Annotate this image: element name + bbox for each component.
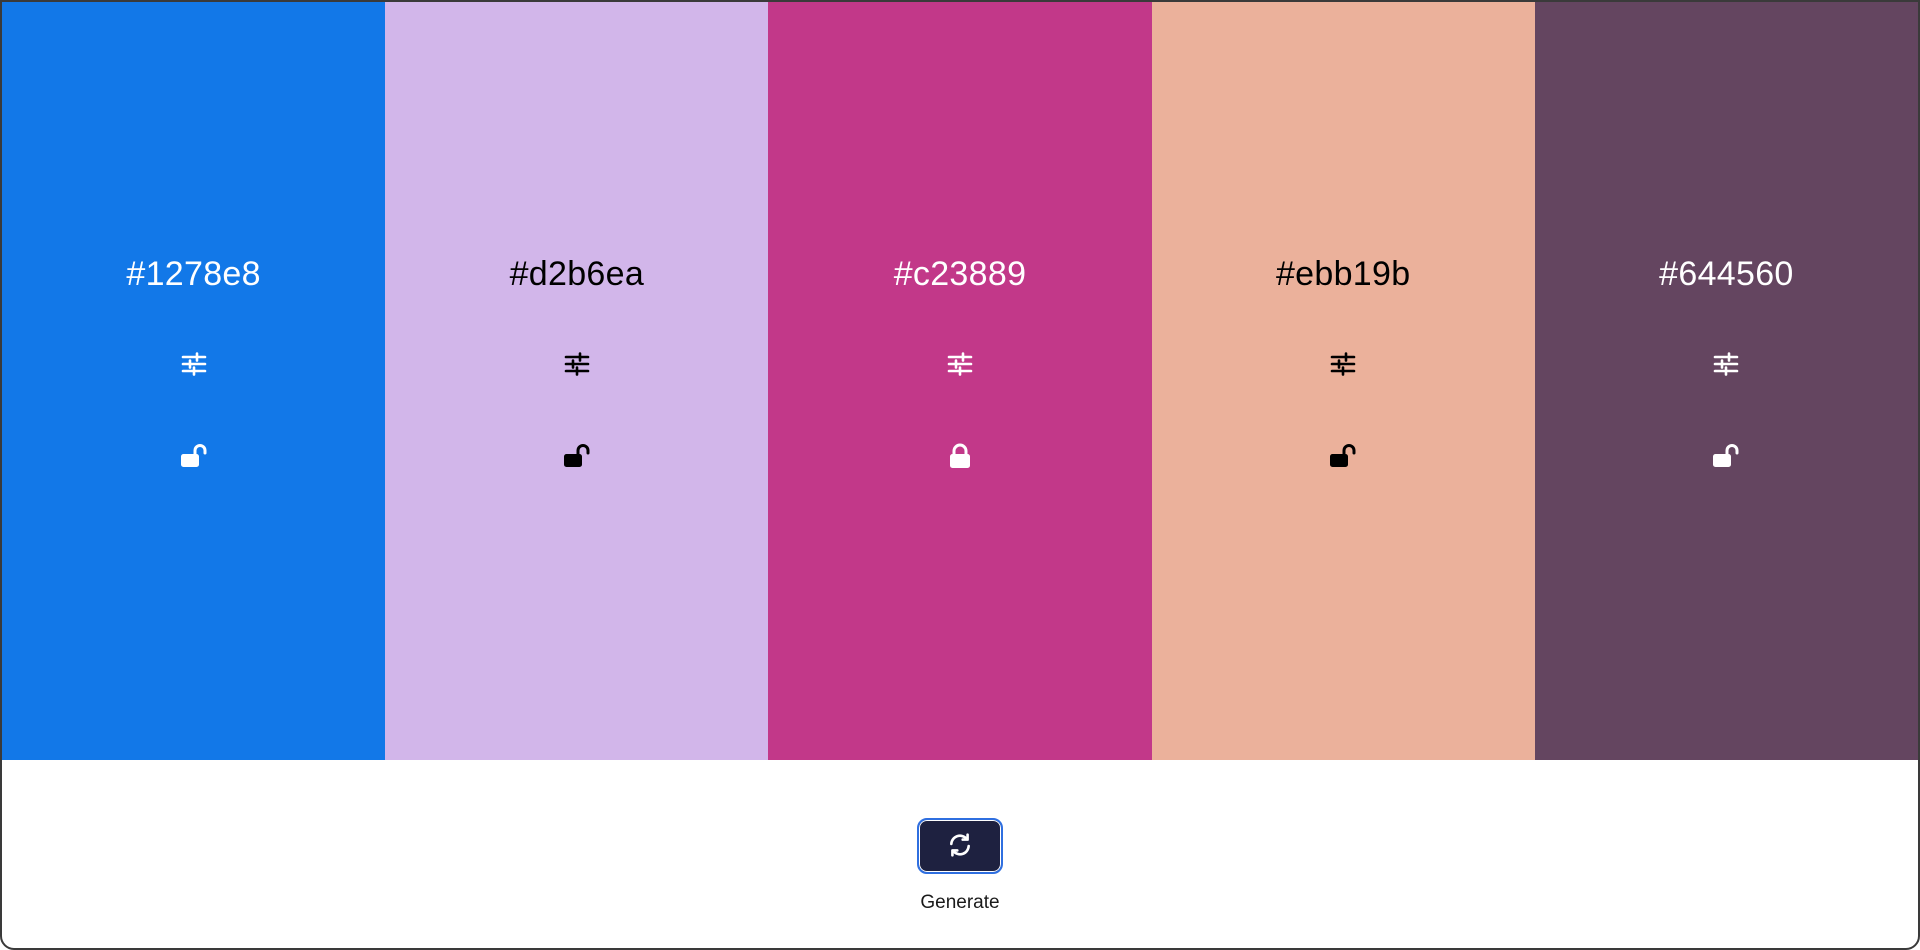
generate-button[interactable] [917,818,1003,874]
adjust-button[interactable] [1323,344,1363,384]
hex-code[interactable]: #ebb19b [1276,254,1410,294]
lock-open-icon [1712,443,1740,469]
color-swatch-3: #c23889 [768,2,1152,760]
app-window: #1278e8 #d2b6ea #c23889 #ebb19b #644560 … [0,0,1920,950]
hex-code[interactable]: #1278e8 [126,254,260,294]
generate-label: Generate [920,892,1000,913]
adjust-button[interactable] [1706,344,1746,384]
color-swatch-1: #1278e8 [2,2,386,760]
lock-open-icon [563,443,591,469]
hex-code[interactable]: #c23889 [894,254,1027,294]
controls-panel: Generate [2,760,1918,948]
refresh-icon [947,832,973,861]
adjust-button[interactable] [174,344,214,384]
color-palette: #1278e8 #d2b6ea #c23889 #ebb19b #644560 [2,2,1918,760]
lock-closed-icon [949,443,971,469]
hex-code[interactable]: #d2b6ea [510,254,644,294]
lock-toggle-button[interactable] [1706,436,1746,476]
color-swatch-5: #644560 [1534,2,1918,760]
lock-open-icon [1329,443,1357,469]
adjust-button[interactable] [940,344,980,384]
sliders-icon [564,352,590,376]
hex-code[interactable]: #644560 [1659,254,1793,294]
lock-open-icon [180,443,208,469]
sliders-icon [1713,352,1739,376]
sliders-icon [181,352,207,376]
lock-toggle-button[interactable] [940,436,980,476]
color-swatch-2: #d2b6ea [385,2,769,760]
lock-toggle-button[interactable] [174,436,214,476]
lock-toggle-button[interactable] [557,436,597,476]
sliders-icon [947,352,973,376]
adjust-button[interactable] [557,344,597,384]
color-swatch-4: #ebb19b [1151,2,1535,760]
sliders-icon [1330,352,1356,376]
lock-toggle-button[interactable] [1323,436,1363,476]
